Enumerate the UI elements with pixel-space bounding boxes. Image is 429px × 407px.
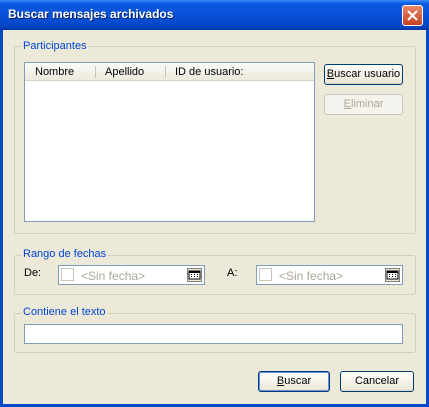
participants-list[interactable]: Nombre Apellido ID de usuario: bbox=[24, 62, 315, 222]
column-header-apellido[interactable]: Apellido bbox=[105, 66, 144, 78]
column-separator[interactable] bbox=[165, 66, 166, 78]
participants-legend: Participantes bbox=[21, 40, 89, 52]
search-button[interactable]: Buscar bbox=[258, 371, 330, 392]
from-label: De: bbox=[24, 267, 42, 279]
search-user-label-post: uscar usuario bbox=[334, 68, 401, 80]
remove-button[interactable]: Eliminar bbox=[324, 94, 403, 115]
from-date-checkbox[interactable] bbox=[61, 268, 74, 281]
text-filter-legend: Contiene el texto bbox=[21, 306, 108, 318]
close-button[interactable] bbox=[402, 5, 423, 26]
text-filter-input[interactable] bbox=[24, 324, 403, 344]
title-bar[interactable]: Buscar mensajes archivados bbox=[0, 0, 429, 30]
window-title: Buscar mensajes archivados bbox=[8, 7, 174, 21]
from-date-value: <Sin fecha> bbox=[81, 269, 146, 283]
remove-label-post: liminar bbox=[350, 98, 384, 110]
close-icon bbox=[407, 10, 418, 21]
column-separator[interactable] bbox=[95, 66, 96, 78]
to-date-picker[interactable]: <Sin fecha> bbox=[256, 265, 403, 285]
calendar-icon[interactable] bbox=[187, 268, 202, 282]
search-user-button[interactable]: Buscar usuario bbox=[324, 64, 403, 85]
column-header-nombre[interactable]: Nombre bbox=[35, 66, 74, 78]
date-range-legend: Rango de fechas bbox=[21, 248, 109, 260]
from-date-picker[interactable]: <Sin fecha> bbox=[58, 265, 205, 285]
column-header-user-id[interactable]: ID de usuario: bbox=[175, 66, 243, 78]
to-date-checkbox[interactable] bbox=[259, 268, 272, 281]
list-header: Nombre Apellido ID de usuario: bbox=[25, 63, 314, 81]
search-label-post: uscar bbox=[284, 375, 312, 387]
cancel-button[interactable]: Cancelar bbox=[340, 371, 414, 392]
remove-label-mnemonic: E bbox=[343, 98, 351, 110]
calendar-icon[interactable] bbox=[385, 268, 400, 282]
to-label: A: bbox=[227, 267, 238, 279]
to-date-value: <Sin fecha> bbox=[279, 269, 344, 283]
